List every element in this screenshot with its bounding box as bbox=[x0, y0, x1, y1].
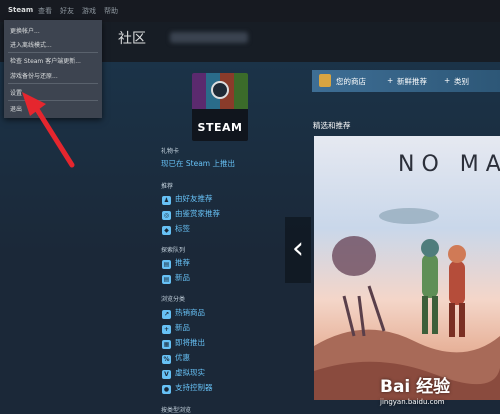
sidebar-item-label: 由鉴赏家推荐 bbox=[175, 209, 220, 218]
menu-bar: Steam 查看 好友 游戏 帮助 bbox=[0, 0, 500, 22]
store-nav-bar: 您的商店 + 新鲜推荐 + 类别 bbox=[312, 70, 500, 92]
sidebar-item-topsellers[interactable]: ↗ 热销商品 bbox=[162, 307, 205, 319]
browse-by-genre-heading: 按类型浏览 bbox=[161, 407, 192, 414]
controller-icon: ● bbox=[162, 385, 171, 394]
queue-icon: ▤ bbox=[162, 260, 171, 269]
gift-card-brand: STEAM bbox=[197, 121, 243, 134]
vr-icon: V bbox=[162, 370, 171, 379]
steam-dropdown-menu: 更换帐户... 进入离线模式... 检查 Steam 客户端更新... 游戏备份… bbox=[4, 20, 102, 118]
menu-backup-restore[interactable]: 游戏备份与还原... bbox=[10, 71, 58, 80]
sidebar-item-label: 新品 bbox=[175, 273, 190, 282]
menu-settings[interactable]: 设置 bbox=[10, 88, 22, 97]
nav-community[interactable]: 社区 bbox=[118, 28, 146, 48]
queue-heading: 探索队列 bbox=[161, 247, 186, 254]
plus-icon: + bbox=[162, 325, 171, 334]
tag-icon: ◆ bbox=[162, 226, 171, 235]
sidebar-item-friends[interactable]: ♟ 由好友推荐 bbox=[162, 193, 213, 205]
sidebar-item-label: 由好友推荐 bbox=[175, 194, 213, 203]
recommended-heading: 推荐 bbox=[161, 183, 174, 190]
calendar-icon: ▦ bbox=[162, 340, 171, 349]
gift-card-image[interactable]: STEAM bbox=[192, 73, 248, 141]
menu-friends[interactable]: 好友 bbox=[60, 6, 74, 16]
menu-change-account[interactable]: 更换帐户... bbox=[10, 26, 40, 35]
store-nav-your-store[interactable]: 您的商店 bbox=[336, 76, 366, 87]
sidebar-item-curators[interactable]: ◎ 由鉴赏家推荐 bbox=[162, 208, 220, 220]
menu-exit[interactable]: 退出 bbox=[10, 104, 22, 113]
menu-divider bbox=[8, 52, 98, 53]
sidebar-item-new[interactable]: + 新品 bbox=[162, 322, 190, 334]
sidebar-item-queue-new[interactable]: ▤ 新品 bbox=[162, 272, 190, 284]
sidebar-item-label: 虚拟现实 bbox=[175, 368, 205, 377]
sidebar-item-tags[interactable]: ◆ 标签 bbox=[162, 223, 190, 235]
gift-card-heading: 礼物卡 bbox=[161, 148, 180, 155]
browse-heading: 浏览分类 bbox=[161, 296, 186, 303]
store-avatar bbox=[319, 74, 331, 87]
sidebar-item-vr[interactable]: V 虚拟现实 bbox=[162, 367, 205, 379]
curator-icon: ◎ bbox=[162, 211, 171, 220]
banner-art bbox=[314, 208, 500, 400]
featured-banner[interactable]: NO MA bbox=[314, 136, 500, 400]
chevron-left-icon[interactable]: ‹ bbox=[285, 217, 311, 283]
sidebar-item-label: 热销商品 bbox=[175, 308, 205, 317]
menu-check-updates[interactable]: 检查 Steam 客户端更新... bbox=[10, 56, 81, 65]
gift-card-art bbox=[192, 73, 206, 109]
trend-icon: ↗ bbox=[162, 310, 171, 319]
baidu-watermark: Bai 经验 jingyan.baidu.com bbox=[380, 372, 495, 406]
percent-icon: % bbox=[162, 355, 171, 364]
sidebar-item-label: 支持控制器 bbox=[175, 383, 213, 392]
menu-divider bbox=[8, 100, 98, 101]
menu-view[interactable]: 查看 bbox=[38, 6, 52, 16]
sidebar-item-specials[interactable]: % 优惠 bbox=[162, 352, 190, 364]
sidebar-item-label: 推荐 bbox=[175, 258, 190, 267]
steam-logo-icon bbox=[211, 81, 229, 99]
plus-icon: + bbox=[387, 76, 394, 85]
store-nav-noteworthy[interactable]: 新鲜推荐 bbox=[397, 76, 427, 87]
username-blurred bbox=[170, 32, 248, 43]
sidebar-item-queue-recommended[interactable]: ▤ 推荐 bbox=[162, 257, 190, 269]
menu-divider bbox=[8, 83, 98, 84]
watermark-sub: jingyan.baidu.com bbox=[380, 398, 445, 406]
friends-icon: ♟ bbox=[162, 196, 171, 205]
sidebar-item-upcoming[interactable]: ▦ 即将推出 bbox=[162, 337, 205, 349]
menu-help[interactable]: 帮助 bbox=[104, 6, 118, 16]
sidebar-item-controller[interactable]: ● 支持控制器 bbox=[162, 382, 213, 394]
queue-icon: ▤ bbox=[162, 275, 171, 284]
menu-games[interactable]: 游戏 bbox=[82, 6, 96, 16]
gift-card-link[interactable]: 现已在 Steam 上推出 bbox=[161, 158, 235, 169]
sidebar-item-label: 即将推出 bbox=[175, 338, 205, 347]
menu-steam[interactable]: Steam bbox=[8, 6, 33, 14]
sidebar-item-label: 新品 bbox=[175, 323, 190, 332]
watermark-main: Bai 经验 bbox=[380, 377, 451, 397]
plus-icon: + bbox=[444, 76, 451, 85]
sidebar-item-label: 优惠 bbox=[175, 353, 190, 362]
featured-heading: 精选和推荐 bbox=[313, 121, 351, 130]
sidebar-item-label: 标签 bbox=[175, 224, 190, 233]
menu-offline-mode[interactable]: 进入离线模式... bbox=[10, 40, 52, 49]
store-nav-categories[interactable]: 类别 bbox=[454, 76, 469, 87]
gift-card-art bbox=[234, 73, 248, 109]
